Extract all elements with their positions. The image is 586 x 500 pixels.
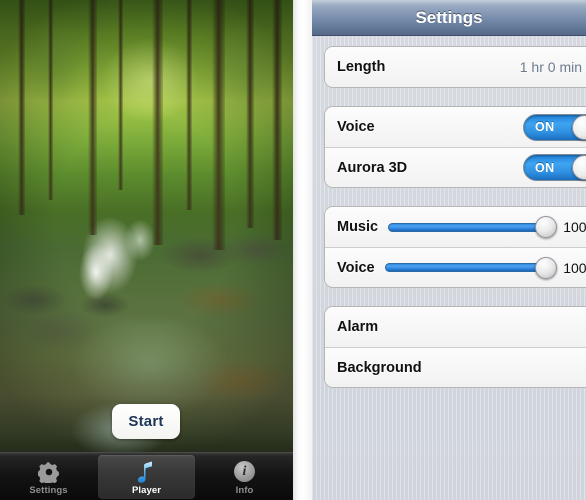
row-background-label: Background <box>337 359 422 376</box>
row-music-volume-label: Music <box>337 219 379 235</box>
volume-group: Music 100% Voice 100% <box>324 206 586 288</box>
gear-icon <box>37 460 60 484</box>
row-voice-volume-label: Voice <box>337 259 375 276</box>
row-length[interactable]: Length 1 hr 0 min › <box>325 47 586 87</box>
tab-settings-left-label: Settings <box>29 484 68 496</box>
aurora3d-toggle-switch[interactable]: ON <box>523 154 586 181</box>
settings-list: Length 1 hr 0 min › Voice ON Auro <box>312 36 586 452</box>
row-length-label: Length <box>337 59 386 75</box>
music-slider-knob[interactable] <box>535 216 558 238</box>
settings-screen: Settings Length 1 hr 0 min › Voice ON <box>312 0 586 500</box>
panel-separator <box>293 0 312 500</box>
more-group: Alarm › Background › <box>324 306 586 388</box>
row-voice-toggle-label: Voice <box>337 119 375 135</box>
info-icon: i <box>234 460 255 484</box>
toggles-group: Voice ON Aurora 3D ON <box>324 106 586 188</box>
row-voice-volume[interactable]: Voice 100% <box>325 247 586 287</box>
row-length-value: 1 hr 0 min <box>519 59 582 75</box>
tab-player-left-label: Player <box>131 485 162 496</box>
row-alarm[interactable]: Alarm › <box>325 307 586 347</box>
row-aurora3d-toggle[interactable]: Aurora 3D ON <box>325 147 586 187</box>
length-group: Length 1 hr 0 min › <box>324 46 586 88</box>
tab-info-left-label: Info <box>235 484 254 496</box>
screenshot-root: Start Settings Player i Info Settings Le… <box>0 0 586 500</box>
row-background[interactable]: Background › <box>325 347 586 387</box>
player-tab-bar: Settings Player i Info <box>0 452 293 500</box>
aurora3d-toggle-knob[interactable] <box>572 155 586 180</box>
info-icon-glyph: i <box>234 461 255 482</box>
voice-slider-fill <box>384 263 550 272</box>
voice-toggle-knob[interactable] <box>572 114 586 140</box>
settings-navbar: Settings <box>312 0 586 36</box>
row-aurora3d-toggle-label: Aurora 3D <box>337 159 408 176</box>
music-note-icon <box>137 460 157 484</box>
row-voice-toggle[interactable]: Voice ON <box>325 107 586 147</box>
player-screen: Start Settings Player i Info <box>0 0 293 500</box>
tab-player-left[interactable]: Player <box>98 455 195 499</box>
music-volume-value: 100% <box>563 219 586 235</box>
voice-toggle-switch[interactable]: ON <box>523 113 586 141</box>
voice-volume-slider[interactable] <box>384 256 558 279</box>
voice-slider-knob[interactable] <box>535 256 558 279</box>
row-music-volume[interactable]: Music 100% <box>325 207 586 247</box>
page-title: Settings <box>415 7 483 27</box>
tab-info-left[interactable]: i Info <box>196 453 293 500</box>
aurora3d-toggle-state: ON <box>535 160 555 175</box>
voice-volume-value: 100% <box>563 259 586 276</box>
photo-vignette <box>0 0 293 460</box>
voice-toggle-state: ON <box>535 120 555 134</box>
start-button[interactable]: Start <box>112 404 180 439</box>
music-slider-fill <box>388 222 550 232</box>
row-alarm-label: Alarm <box>337 319 379 335</box>
tab-settings-left[interactable]: Settings <box>0 453 97 500</box>
music-volume-slider[interactable] <box>388 216 558 238</box>
